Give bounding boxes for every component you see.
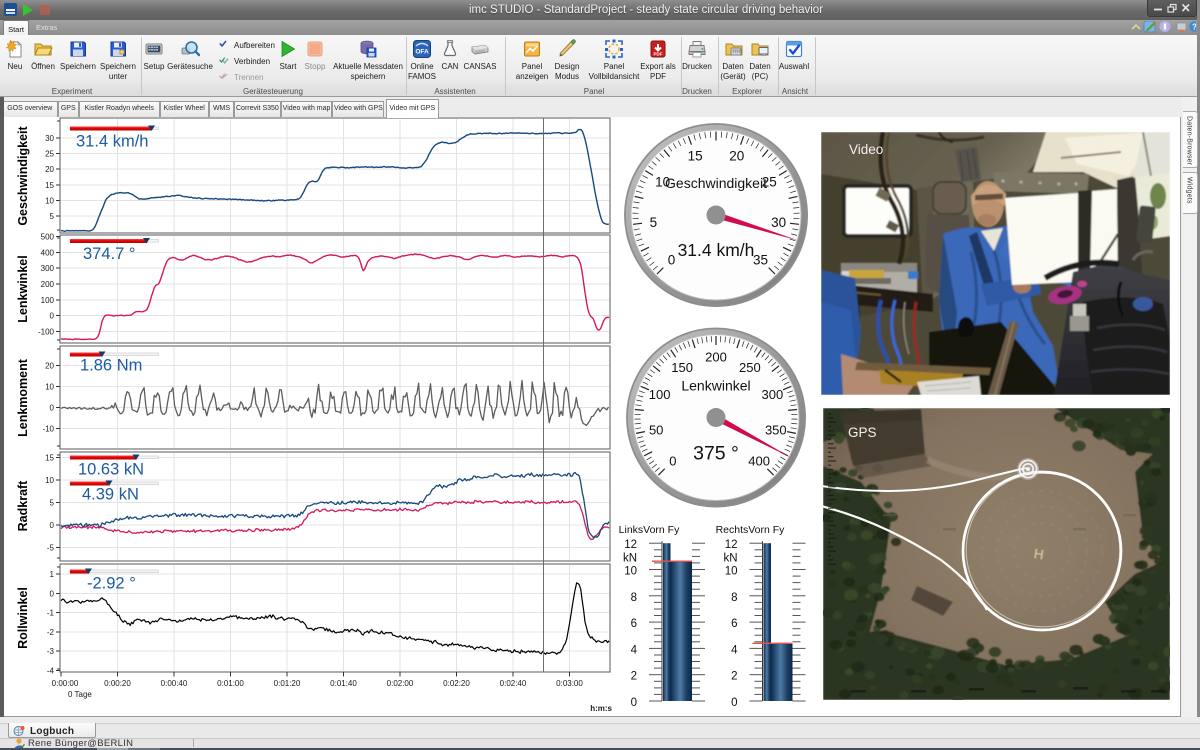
svg-text:500: 500 — [41, 233, 55, 242]
svg-text:Radkraft: Radkraft — [16, 480, 30, 532]
svg-text:5: 5 — [50, 212, 55, 221]
svg-text:150: 150 — [671, 360, 693, 375]
svg-text:0: 0 — [631, 697, 637, 709]
svg-text:25: 25 — [45, 150, 54, 159]
svg-text:-3: -3 — [47, 647, 55, 656]
svg-text:20: 20 — [45, 362, 54, 371]
svg-text:400: 400 — [41, 248, 55, 257]
svg-text:15: 15 — [45, 181, 54, 190]
svg-text:0: 0 — [50, 589, 55, 598]
svg-text:0:00:00: 0:00:00 — [52, 679, 79, 688]
svg-text:OFA: OFA — [415, 49, 429, 56]
svg-text:8: 8 — [631, 592, 637, 604]
svg-text:-10: -10 — [42, 425, 54, 434]
svg-text:300: 300 — [41, 264, 55, 273]
svg-text:12: 12 — [624, 539, 637, 551]
svg-text:374.7 °: 374.7 ° — [83, 245, 135, 263]
svg-text:20: 20 — [45, 165, 54, 174]
svg-text:-100: -100 — [38, 328, 55, 337]
svg-text:Geschwindigkeit: Geschwindigkeit — [665, 175, 767, 191]
svg-text:10: 10 — [624, 566, 637, 578]
svg-text:Rollwinkel: Rollwinkel — [16, 587, 30, 649]
svg-text:Lenkmoment: Lenkmoment — [16, 358, 30, 437]
svg-text:2: 2 — [631, 671, 637, 683]
svg-text:Geschwindigkeit: Geschwindigkeit — [16, 126, 30, 226]
svg-text:0:01:00: 0:01:00 — [217, 679, 244, 688]
svg-text:20: 20 — [729, 149, 744, 164]
svg-text:0: 0 — [50, 312, 55, 321]
svg-text:0:02:00: 0:02:00 — [387, 679, 414, 688]
svg-text:50: 50 — [649, 422, 663, 437]
svg-text:RechtsVorn Fy: RechtsVorn Fy — [716, 524, 786, 536]
svg-text:12: 12 — [725, 539, 738, 551]
svg-text:PDF: PDF — [654, 52, 663, 57]
svg-text:8: 8 — [731, 592, 737, 604]
svg-text:375 °: 375 ° — [693, 443, 739, 465]
svg-text:0: 0 — [668, 253, 676, 268]
svg-text:350: 350 — [765, 422, 787, 437]
svg-text:-5: -5 — [47, 544, 55, 553]
svg-text:10: 10 — [45, 196, 54, 205]
svg-text:10: 10 — [45, 476, 54, 485]
svg-text:Lenkwinkel: Lenkwinkel — [16, 255, 30, 322]
svg-text:10: 10 — [45, 383, 54, 392]
svg-text:0: 0 — [669, 454, 676, 469]
svg-text:31.4 km/h: 31.4 km/h — [76, 133, 148, 151]
svg-text:30: 30 — [771, 215, 786, 230]
svg-text:400: 400 — [748, 454, 770, 469]
svg-text:250: 250 — [739, 360, 761, 375]
svg-text:6: 6 — [631, 618, 637, 630]
svg-text:0:00:20: 0:00:20 — [104, 679, 131, 688]
svg-text:100: 100 — [41, 296, 55, 305]
svg-text:6: 6 — [731, 618, 737, 630]
svg-text:-2.92 °: -2.92 ° — [87, 575, 136, 593]
svg-text:kN: kN — [723, 552, 737, 564]
svg-text:31.4 km/h: 31.4 km/h — [678, 240, 755, 260]
svg-text:15: 15 — [688, 149, 703, 164]
svg-text:0: 0 — [50, 404, 55, 413]
svg-text:4: 4 — [731, 644, 738, 656]
svg-text:0 Tage: 0 Tage — [68, 690, 92, 699]
svg-text:kN: kN — [623, 552, 637, 564]
svg-text:5: 5 — [650, 215, 658, 230]
svg-text:GPS: GPS — [848, 425, 877, 440]
svg-text:0:03:00: 0:03:00 — [556, 679, 583, 688]
svg-text:200: 200 — [705, 350, 727, 365]
svg-text:0: 0 — [731, 697, 737, 709]
svg-text:-2: -2 — [47, 628, 55, 637]
svg-text:?: ? — [1192, 23, 1196, 32]
svg-text:0:02:20: 0:02:20 — [443, 679, 470, 688]
svg-text:-1: -1 — [47, 609, 55, 618]
svg-text:30: 30 — [45, 134, 54, 143]
svg-text:2: 2 — [731, 671, 737, 683]
svg-text:0:01:20: 0:01:20 — [274, 679, 301, 688]
svg-text:1.86 Nm: 1.86 Nm — [80, 357, 142, 375]
svg-text:300: 300 — [762, 387, 784, 402]
svg-text:LinksVorn Fy: LinksVorn Fy — [619, 524, 680, 536]
svg-text:Lenkwinkel: Lenkwinkel — [681, 378, 750, 394]
svg-text:4.39 kN: 4.39 kN — [82, 486, 139, 504]
svg-text:Video: Video — [849, 142, 883, 157]
svg-text:0:01:40: 0:01:40 — [330, 679, 357, 688]
svg-text:4: 4 — [631, 644, 638, 656]
svg-text:0:00:40: 0:00:40 — [161, 679, 188, 688]
svg-text:10: 10 — [725, 566, 738, 578]
svg-text:100: 100 — [649, 387, 671, 402]
svg-text:1: 1 — [50, 570, 55, 579]
svg-text:-4: -4 — [47, 667, 55, 676]
svg-text:0: 0 — [50, 521, 55, 530]
svg-text:35: 35 — [753, 253, 768, 268]
svg-text:5: 5 — [50, 499, 55, 508]
svg-text:15: 15 — [45, 454, 54, 463]
svg-text:0:02:40: 0:02:40 — [500, 679, 527, 688]
svg-text:200: 200 — [41, 280, 55, 289]
svg-text:10.63 kN: 10.63 kN — [78, 461, 144, 479]
